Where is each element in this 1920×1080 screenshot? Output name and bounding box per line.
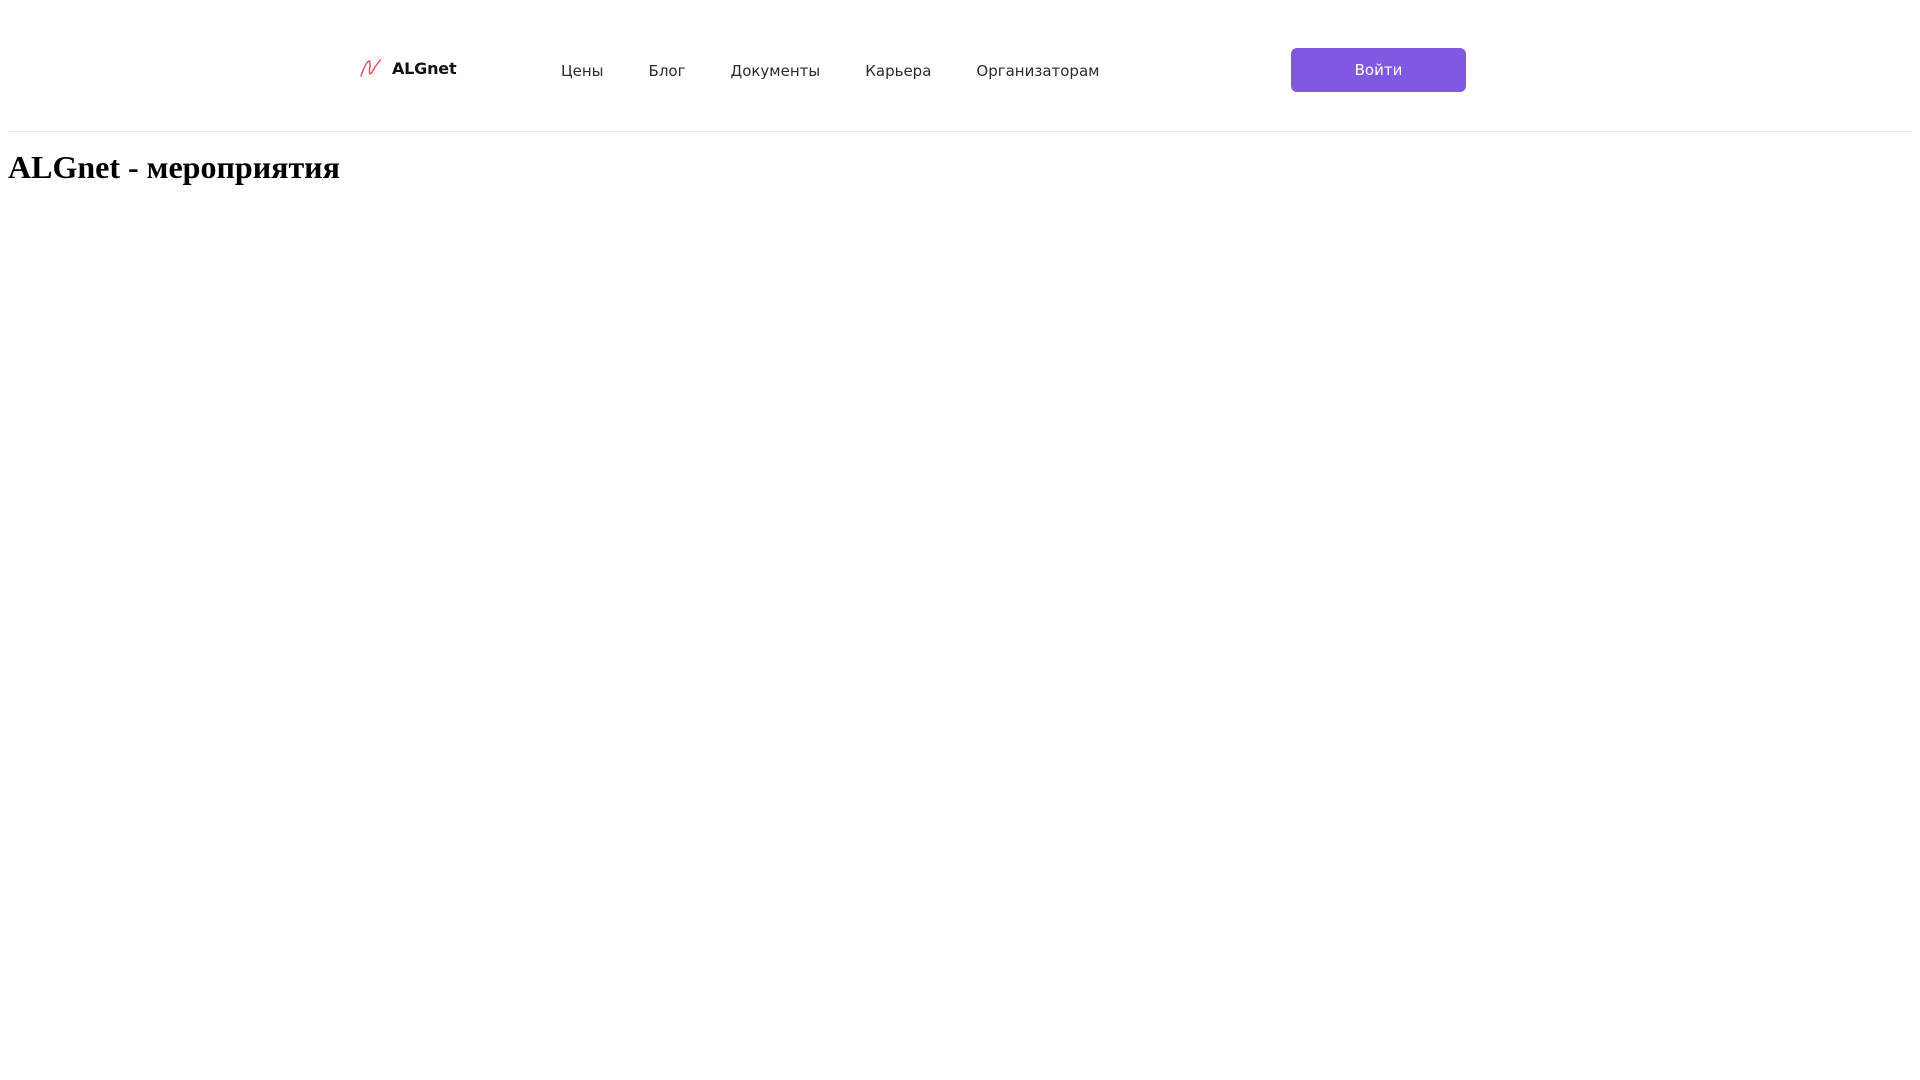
- nav-item-careers[interactable]: Карьера: [865, 62, 931, 80]
- nav-item-organizers[interactable]: Организаторам: [976, 62, 1099, 80]
- logo-link[interactable]: ALGnet: [360, 56, 457, 80]
- nav-item-blog[interactable]: Блог: [649, 62, 686, 80]
- wave-logo-icon: [360, 59, 382, 77]
- page-title: ALGnet - мероприятия: [8, 149, 340, 185]
- login-button[interactable]: Войти: [1291, 48, 1466, 92]
- nav-item-prices[interactable]: Цены: [561, 62, 604, 80]
- nav-item-docs[interactable]: Документы: [730, 62, 820, 80]
- site-header: ALGnet Цены Блог Документы Карьера Орган…: [8, 0, 1912, 132]
- logo-text: ALGnet: [392, 58, 457, 78]
- main-nav: Цены Блог Документы Карьера Организатора…: [561, 59, 1099, 83]
